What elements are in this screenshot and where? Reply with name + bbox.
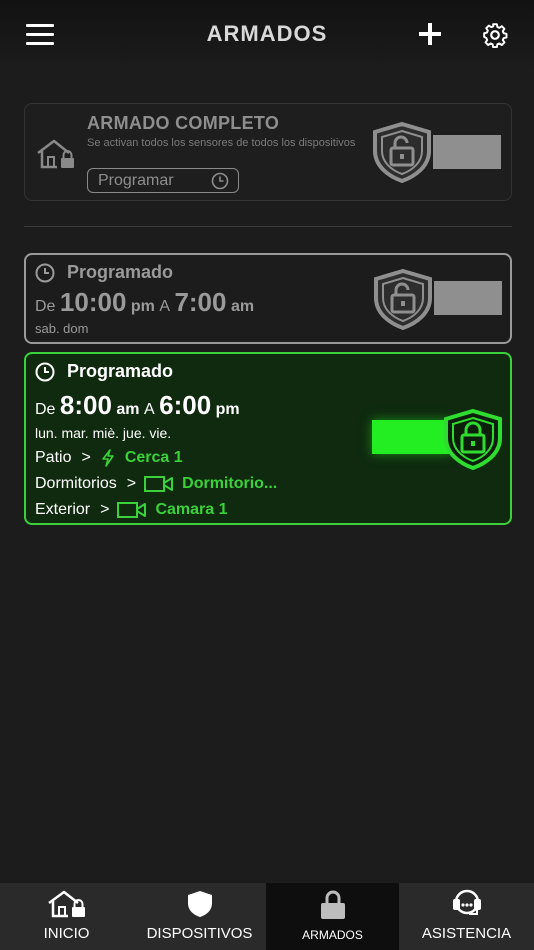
rule-zone: Dormitorios bbox=[35, 475, 117, 492]
schedule-card-active[interactable]: Programado De 8:00 am A 6:00 pm lun. mar… bbox=[24, 352, 512, 525]
full-arm-card: ARMADO COMPLETO Se activan todos los sen… bbox=[24, 103, 512, 201]
from-label: De bbox=[35, 401, 56, 418]
clock-icon bbox=[35, 362, 55, 382]
gear-icon[interactable] bbox=[482, 22, 508, 48]
home-lock-icon bbox=[37, 139, 74, 169]
chevron-right-icon: > bbox=[100, 501, 110, 518]
schedule-card[interactable]: Programado De 10:00 pm A 7:00 am sab. do… bbox=[24, 253, 512, 344]
schedule-title: Programado bbox=[67, 262, 174, 282]
nav-label: INICIO bbox=[43, 925, 90, 942]
schedule-days: lun. mar. miè. jue. vie. bbox=[35, 425, 172, 441]
toggle-track bbox=[433, 135, 501, 169]
rule-device: Cerca 1 bbox=[124, 449, 183, 466]
rule-zone: Patio bbox=[35, 449, 72, 466]
shield-locked-icon bbox=[444, 408, 502, 470]
plus-icon[interactable] bbox=[416, 20, 444, 48]
clock-icon bbox=[35, 263, 55, 283]
headset-icon bbox=[452, 889, 481, 915]
section-divider bbox=[24, 226, 512, 227]
nav-item-inicio[interactable]: INICIO bbox=[0, 883, 133, 950]
to-label: A bbox=[143, 401, 155, 418]
end-time: 7:00 bbox=[174, 287, 227, 317]
rule-row[interactable]: Patio > Cerca 1 bbox=[35, 449, 183, 467]
camera-icon bbox=[144, 476, 174, 492]
chevron-right-icon: > bbox=[81, 449, 91, 466]
rule-row[interactable]: Exterior > Camara 1 bbox=[35, 501, 228, 519]
nav-label: DISPOSITIVOS bbox=[146, 925, 253, 942]
start-ampm: am bbox=[116, 401, 140, 418]
chevron-right-icon: > bbox=[126, 475, 137, 492]
home-lock-icon bbox=[47, 890, 85, 918]
schedule-button[interactable]: Programar bbox=[87, 168, 239, 193]
schedule-button-label: Programar bbox=[98, 172, 174, 189]
end-time: 6:00 bbox=[159, 390, 212, 420]
nav-label: ARMADOS bbox=[302, 928, 363, 942]
to-label: A bbox=[159, 298, 170, 315]
start-time: 8:00 bbox=[59, 390, 112, 420]
clock-icon bbox=[211, 172, 229, 190]
schedule-time-range: De 8:00 am A 6:00 pm bbox=[35, 390, 240, 421]
lock-icon bbox=[320, 890, 345, 919]
schedule-title: Programado bbox=[67, 361, 174, 381]
start-time: 10:00 bbox=[59, 287, 127, 317]
page-title: ARMADOS bbox=[206, 21, 328, 46]
end-ampm: pm bbox=[215, 401, 240, 418]
nav-item-armados[interactable]: ARMADOS bbox=[266, 883, 399, 950]
camera-icon bbox=[117, 502, 147, 518]
schedule-time-range: De 10:00 pm A 7:00 am bbox=[35, 287, 254, 318]
rule-device: Camara 1 bbox=[155, 501, 228, 518]
bottom-navigation: INICIO DISPOSITIVOS ARMADOS ASISTENCIA bbox=[0, 883, 534, 950]
fence-energy-icon bbox=[102, 449, 114, 467]
top-app-bar: ARMADOS bbox=[0, 0, 534, 70]
toggle-track bbox=[434, 281, 502, 315]
rule-row[interactable]: Dormitorios > Dormitorio... bbox=[35, 475, 277, 493]
nav-item-dispositivos[interactable]: DISPOSITIVOS bbox=[133, 883, 266, 950]
start-ampm: pm bbox=[130, 298, 155, 315]
shield-icon bbox=[187, 891, 212, 917]
shield-unlocked-icon bbox=[373, 121, 431, 183]
end-ampm: am bbox=[230, 298, 255, 315]
rule-device: Dormitorio... bbox=[182, 475, 278, 492]
schedule-days: sab. dom bbox=[35, 321, 89, 336]
shield-unlocked-icon bbox=[374, 268, 432, 330]
rule-zone: Exterior bbox=[35, 501, 91, 518]
full-arm-description: Se activan todos los sensores de todos l… bbox=[87, 137, 356, 149]
full-arm-title: ARMADO COMPLETO bbox=[87, 113, 280, 133]
from-label: De bbox=[35, 298, 56, 315]
nav-label: ASISTENCIA bbox=[421, 925, 512, 942]
nav-item-asistencia[interactable]: ASISTENCIA bbox=[399, 883, 534, 950]
